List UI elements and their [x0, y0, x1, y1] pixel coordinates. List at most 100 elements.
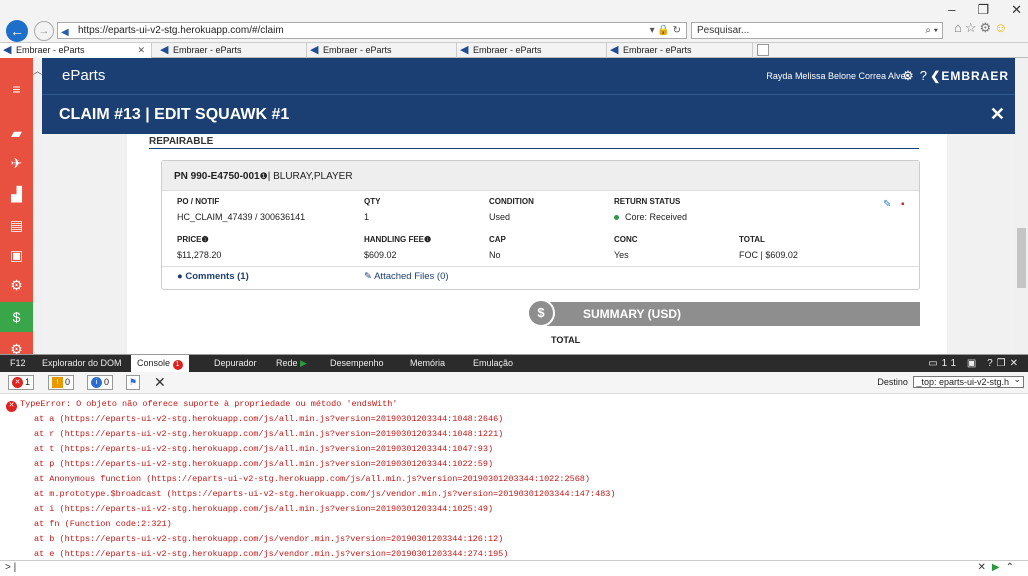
- app-logo[interactable]: eParts: [62, 67, 105, 84]
- monitor-icon[interactable]: ▭: [928, 358, 941, 369]
- browser-tab[interactable]: ◀ Embraer - eParts: [157, 43, 307, 58]
- console-line[interactable]: at fn (Function code:2:321): [34, 519, 172, 529]
- window-controls: – ❐ ✕: [948, 2, 1022, 18]
- tab-debugger[interactable]: Depurador: [208, 355, 263, 372]
- scrollbar-thumb[interactable]: [1017, 228, 1026, 288]
- browser-tab[interactable]: ◀ Embraer - eParts: [307, 43, 457, 58]
- tab-emulation[interactable]: Emulação: [467, 355, 519, 372]
- console-line[interactable]: at Anonymous function (https://eparts-ui…: [34, 474, 590, 484]
- home-icon[interactable]: ⌂: [954, 20, 965, 35]
- document-icon[interactable]: ▤: [0, 210, 33, 240]
- search-icon[interactable]: ⌕ ▾: [925, 23, 938, 38]
- embraer-tab-icon: ◀: [460, 44, 469, 56]
- clear-console-icon[interactable]: ✕: [154, 374, 166, 391]
- settings-gear-icon[interactable]: ⚙: [980, 20, 995, 35]
- error-filter[interactable]: ✕ 1: [8, 375, 35, 390]
- part-divider: [162, 266, 919, 267]
- tab-close-icon[interactable]: ✕: [137, 43, 145, 58]
- comments-link[interactable]: ● Comments (1): [177, 271, 249, 282]
- warning-filter[interactable]: ! 0: [48, 375, 75, 390]
- undock-icon[interactable]: ❐: [997, 358, 1010, 369]
- restore-icon[interactable]: ❐: [977, 2, 989, 18]
- browser-tab[interactable]: ◀ Embraer - eParts: [457, 43, 607, 58]
- new-tab-button[interactable]: [757, 44, 769, 56]
- edit-pencil-icon[interactable]: ✎: [883, 199, 891, 210]
- console-line[interactable]: at i (https://eparts-ui-v2-stg.herokuapp…: [34, 504, 493, 514]
- money-icon[interactable]: $: [0, 302, 33, 332]
- expand-icon[interactable]: ⌃: [1006, 562, 1020, 573]
- feedback-smiley-icon[interactable]: ☺: [994, 20, 1010, 35]
- console-line[interactable]: at t (https://eparts-ui-v2-stg.herokuapp…: [34, 444, 493, 454]
- browser-tab[interactable]: ◀ Embraer - eParts: [607, 43, 753, 58]
- help-icon[interactable]: ?: [987, 358, 997, 369]
- scroll-up-icon[interactable]: ︿: [33, 64, 42, 77]
- gift-icon[interactable]: ▣: [0, 240, 33, 270]
- console-line[interactable]: at a (https://eparts-ui-v2-stg.herokuapp…: [34, 414, 503, 424]
- tab-label: Embraer - eParts: [16, 45, 85, 55]
- forward-button[interactable]: →: [34, 21, 54, 41]
- summary-total-label: TOTAL: [551, 335, 581, 345]
- search-box[interactable]: Pesquisar... ⌕ ▾: [691, 22, 943, 39]
- cap-label: CAP: [489, 235, 506, 244]
- total-value: FOC | $609.02: [739, 250, 798, 260]
- console-input[interactable]: > | ✕▶⌃: [0, 560, 1028, 576]
- info-icon[interactable]: ❶: [201, 235, 208, 244]
- handling-fee-label: HANDLING FEE❶: [364, 235, 432, 244]
- site-favicon-icon: ◀: [61, 27, 69, 38]
- condition-value: Used: [489, 212, 511, 222]
- summary-bar: $ SUMMARY (USD): [527, 299, 920, 327]
- console-line[interactable]: at e (https://eparts-ui-v2-stg.herokuapp…: [34, 549, 508, 559]
- qty-value: 1: [364, 212, 370, 222]
- run-icon[interactable]: ▶: [992, 562, 1006, 573]
- navigate-icon: ⚑: [129, 377, 138, 387]
- tab-dom-explorer[interactable]: Explorador do DOM: [36, 355, 128, 372]
- tab-label: Embraer - eParts: [623, 45, 692, 55]
- truck-icon[interactable]: ▰: [0, 118, 33, 148]
- condition-label: CONDITION: [489, 197, 534, 206]
- tab-network[interactable]: Rede ▶: [270, 355, 313, 372]
- settings-icon[interactable]: ⚙: [0, 270, 33, 300]
- console-line[interactable]: at p (https://eparts-ui-v2-stg.herokuapp…: [34, 459, 493, 469]
- sidebar-scrollbar[interactable]: ︿: [33, 58, 42, 354]
- tab-memory[interactable]: Memória: [404, 355, 451, 372]
- airplane-icon[interactable]: ✈: [0, 148, 33, 178]
- tab-performance[interactable]: Desempenho: [324, 355, 390, 372]
- minimize-icon[interactable]: –: [948, 2, 955, 18]
- target-select[interactable]: _top: eparts-ui-v2-stg.h: [913, 374, 1024, 388]
- clear-input-icon[interactable]: ✕: [978, 562, 992, 573]
- attached-files-link[interactable]: ✎ Attached Files (0): [364, 271, 449, 282]
- address-bar[interactable]: ◀ https://eparts-ui-v2-stg.herokuapp.com…: [57, 22, 687, 39]
- info-icon[interactable]: ❶: [424, 235, 431, 244]
- total-label: TOTAL: [739, 235, 765, 244]
- address-actions[interactable]: ▾ 🔒 ↻: [650, 23, 681, 38]
- handling-fee-value: $609.02: [364, 250, 397, 260]
- menu-hamburger-icon[interactable]: ≡: [0, 74, 33, 104]
- console-line[interactable]: at b (https://eparts-ui-v2-stg.herokuapp…: [34, 534, 503, 544]
- po-label: PO / NOTIF: [177, 197, 220, 206]
- close-devtools-icon[interactable]: ✕: [1010, 358, 1022, 369]
- browser-tab[interactable]: ◀ Embraer - eParts ✕: [0, 43, 152, 58]
- close-icon[interactable]: ✕: [990, 104, 1005, 125]
- favorites-star-icon[interactable]: ☆: [965, 20, 980, 35]
- page-title: CLAIM #13 | EDIT SQUAWK #1: [59, 106, 290, 123]
- clear-on-nav-toggle[interactable]: ⚑: [126, 375, 141, 390]
- prompt-caret: >: [5, 562, 11, 573]
- tab-console[interactable]: Console 1: [131, 355, 189, 372]
- conc-label: CONC: [614, 235, 638, 244]
- console-input-actions: ✕▶⌃: [978, 561, 1020, 575]
- console-line: TypeError: O objeto não oferece suporte …: [20, 399, 398, 409]
- console-toggle-icon[interactable]: ▣: [967, 358, 980, 369]
- tab-f12: F12: [10, 358, 26, 368]
- console-line[interactable]: at r (https://eparts-ui-v2-stg.herokuapp…: [34, 429, 503, 439]
- dollar-icon: $: [527, 299, 555, 327]
- console-line[interactable]: at m.prototype.$broadcast (https://epart…: [34, 489, 616, 499]
- info-icon[interactable]: ❶: [260, 171, 268, 181]
- page-scrollbar[interactable]: [1015, 58, 1028, 354]
- back-button[interactable]: ←: [6, 20, 28, 42]
- cart-icon[interactable]: ▟: [0, 179, 33, 209]
- info-filter[interactable]: i0: [87, 375, 114, 390]
- close-window-icon[interactable]: ✕: [1011, 2, 1022, 18]
- delete-trash-icon[interactable]: ▪: [901, 199, 905, 210]
- gear-icon[interactable]: ⚙: [902, 68, 920, 83]
- claim-header: CLAIM #13 | EDIT SQUAWK #1 ✕: [42, 94, 1015, 134]
